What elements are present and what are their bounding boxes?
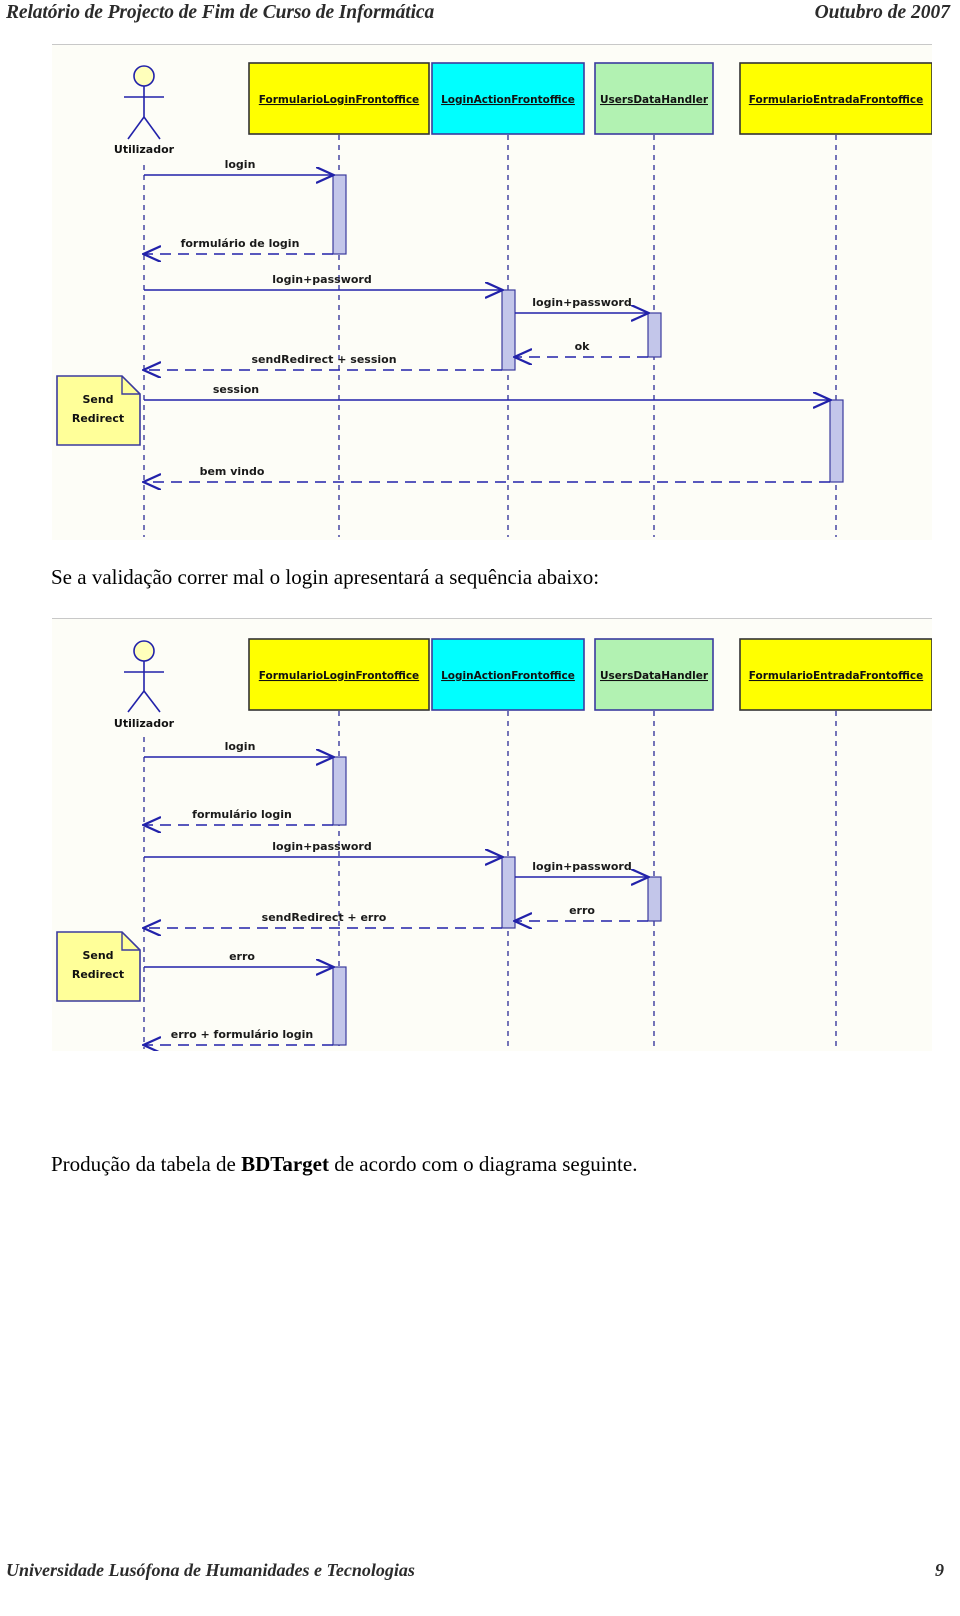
activation-bar bbox=[829, 399, 844, 483]
actor-utilizador: Utilizador bbox=[114, 65, 175, 156]
note-line-2: Redirect bbox=[72, 412, 124, 425]
message-label: erro bbox=[569, 904, 595, 917]
paragraph-text-bold: BDTarget bbox=[241, 1152, 329, 1176]
message-label: sendRedirect + erro bbox=[262, 911, 387, 924]
actor-utilizador: Utilizador bbox=[114, 640, 175, 730]
actor-label: Utilizador bbox=[114, 717, 175, 730]
message-session: session bbox=[144, 383, 829, 400]
login-success-sequence-diagram: Utilizador FormularioLoginFrontoffice Lo… bbox=[52, 44, 932, 540]
lifeline-box-1: FormularioLoginFrontoffice bbox=[248, 638, 430, 711]
message-login: login bbox=[144, 740, 332, 757]
message-sendredirect-session: sendRedirect + session bbox=[145, 353, 502, 370]
document-page: Relatório de Projecto de Fim de Curso de… bbox=[0, 0, 960, 1616]
message-erro-handler: erro bbox=[516, 904, 648, 921]
page-header: Relatório de Projecto de Fim de Curso de… bbox=[0, 0, 960, 34]
message-ok: ok bbox=[516, 340, 648, 357]
activation-bar bbox=[332, 174, 347, 255]
activation-bar bbox=[501, 856, 516, 929]
message-label: formulário login bbox=[192, 808, 292, 821]
note-send-redirect: Send Redirect bbox=[56, 375, 141, 446]
note-line-1: Send bbox=[82, 949, 113, 962]
note-send-redirect: Send Redirect bbox=[56, 931, 141, 1002]
lifeline-box-3: UsersDataHandler bbox=[594, 638, 714, 711]
message-login-password-1: login+password bbox=[144, 840, 501, 857]
footer-institution: Universidade Lusófona de Humanidades e T… bbox=[6, 1560, 415, 1580]
header-date: Outubro de 2007 bbox=[814, 2, 950, 23]
message-formulario-login: formulário login bbox=[145, 808, 333, 825]
message-login-password-1: login+password bbox=[144, 273, 501, 290]
lifeline-box-4: FormularioEntradaFrontoffice bbox=[739, 62, 932, 135]
activation-bar bbox=[647, 312, 662, 358]
activation-bar bbox=[501, 289, 516, 371]
lifeline-box-label: FormularioLoginFrontoffice bbox=[259, 94, 419, 106]
message-login-password-2: login+password bbox=[515, 860, 647, 877]
lifeline-box-label: FormularioLoginFrontoffice bbox=[259, 670, 419, 682]
message-sendredirect-erro: sendRedirect + erro bbox=[145, 911, 502, 928]
paragraph-bdtarget: Produção da tabela de BDTarget de acordo… bbox=[51, 1152, 637, 1177]
note-line-1: Send bbox=[82, 393, 113, 406]
paragraph-text-after: de acordo com o diagrama seguinte. bbox=[328, 1152, 638, 1176]
lifeline-box-3: UsersDataHandler bbox=[594, 62, 714, 135]
login-failure-sequence-diagram: Utilizador FormularioLoginFrontoffice Lo… bbox=[52, 618, 932, 1051]
message-erro-form: erro bbox=[144, 950, 332, 967]
activation-bar bbox=[647, 876, 662, 922]
message-label: erro bbox=[229, 950, 255, 963]
lifeline-box-4: FormularioEntradaFrontoffice bbox=[739, 638, 932, 711]
activation-bar bbox=[332, 966, 347, 1046]
message-label: formulário de login bbox=[181, 237, 300, 250]
message-label: ok bbox=[575, 340, 591, 353]
lifeline-box-1: FormularioLoginFrontoffice bbox=[248, 62, 430, 135]
lifeline-box-label: UsersDataHandler bbox=[600, 94, 709, 106]
lifeline-box-label: LoginActionFrontoffice bbox=[441, 670, 575, 682]
message-formulario-de-login: formulário de login bbox=[145, 237, 333, 254]
message-label: login+password bbox=[272, 840, 371, 853]
message-label: login+password bbox=[532, 296, 631, 309]
message-label: bem vindo bbox=[200, 465, 265, 478]
message-label: login bbox=[225, 158, 256, 171]
paragraph-text: Se a validação correr mal o login aprese… bbox=[51, 565, 600, 589]
lifeline-box-2: LoginActionFrontoffice bbox=[431, 62, 585, 135]
message-login-password-2: login+password bbox=[515, 296, 647, 313]
message-bem-vindo: bem vindo bbox=[145, 465, 830, 482]
activation-bar bbox=[332, 756, 347, 826]
page-footer: Universidade Lusófona de Humanidades e T… bbox=[0, 1560, 960, 1584]
message-label: login+password bbox=[532, 860, 631, 873]
lifeline-box-label: FormularioEntradaFrontoffice bbox=[749, 94, 923, 106]
message-label: login bbox=[225, 740, 256, 753]
note-line-2: Redirect bbox=[72, 968, 124, 981]
message-label: login+password bbox=[272, 273, 371, 286]
message-label: erro + formulário login bbox=[171, 1028, 313, 1041]
header-title: Relatório de Projecto de Fim de Curso de… bbox=[6, 2, 435, 23]
paragraph-validation-fail: Se a validação correr mal o login aprese… bbox=[51, 565, 599, 590]
footer-page-number: 9 bbox=[935, 1560, 944, 1580]
message-label: sendRedirect + session bbox=[251, 353, 396, 366]
message-erro-formulario-login: erro + formulário login bbox=[145, 1028, 333, 1045]
lifeline-box-label: LoginActionFrontoffice bbox=[441, 94, 575, 106]
message-login: login bbox=[144, 158, 332, 175]
lifeline-box-label: UsersDataHandler bbox=[600, 670, 709, 682]
paragraph-text-before: Produção da tabela de bbox=[51, 1152, 242, 1176]
actor-label: Utilizador bbox=[114, 143, 175, 156]
message-label: session bbox=[213, 383, 259, 396]
lifeline-box-label: FormularioEntradaFrontoffice bbox=[749, 670, 923, 682]
lifeline-box-2: LoginActionFrontoffice bbox=[431, 638, 585, 711]
